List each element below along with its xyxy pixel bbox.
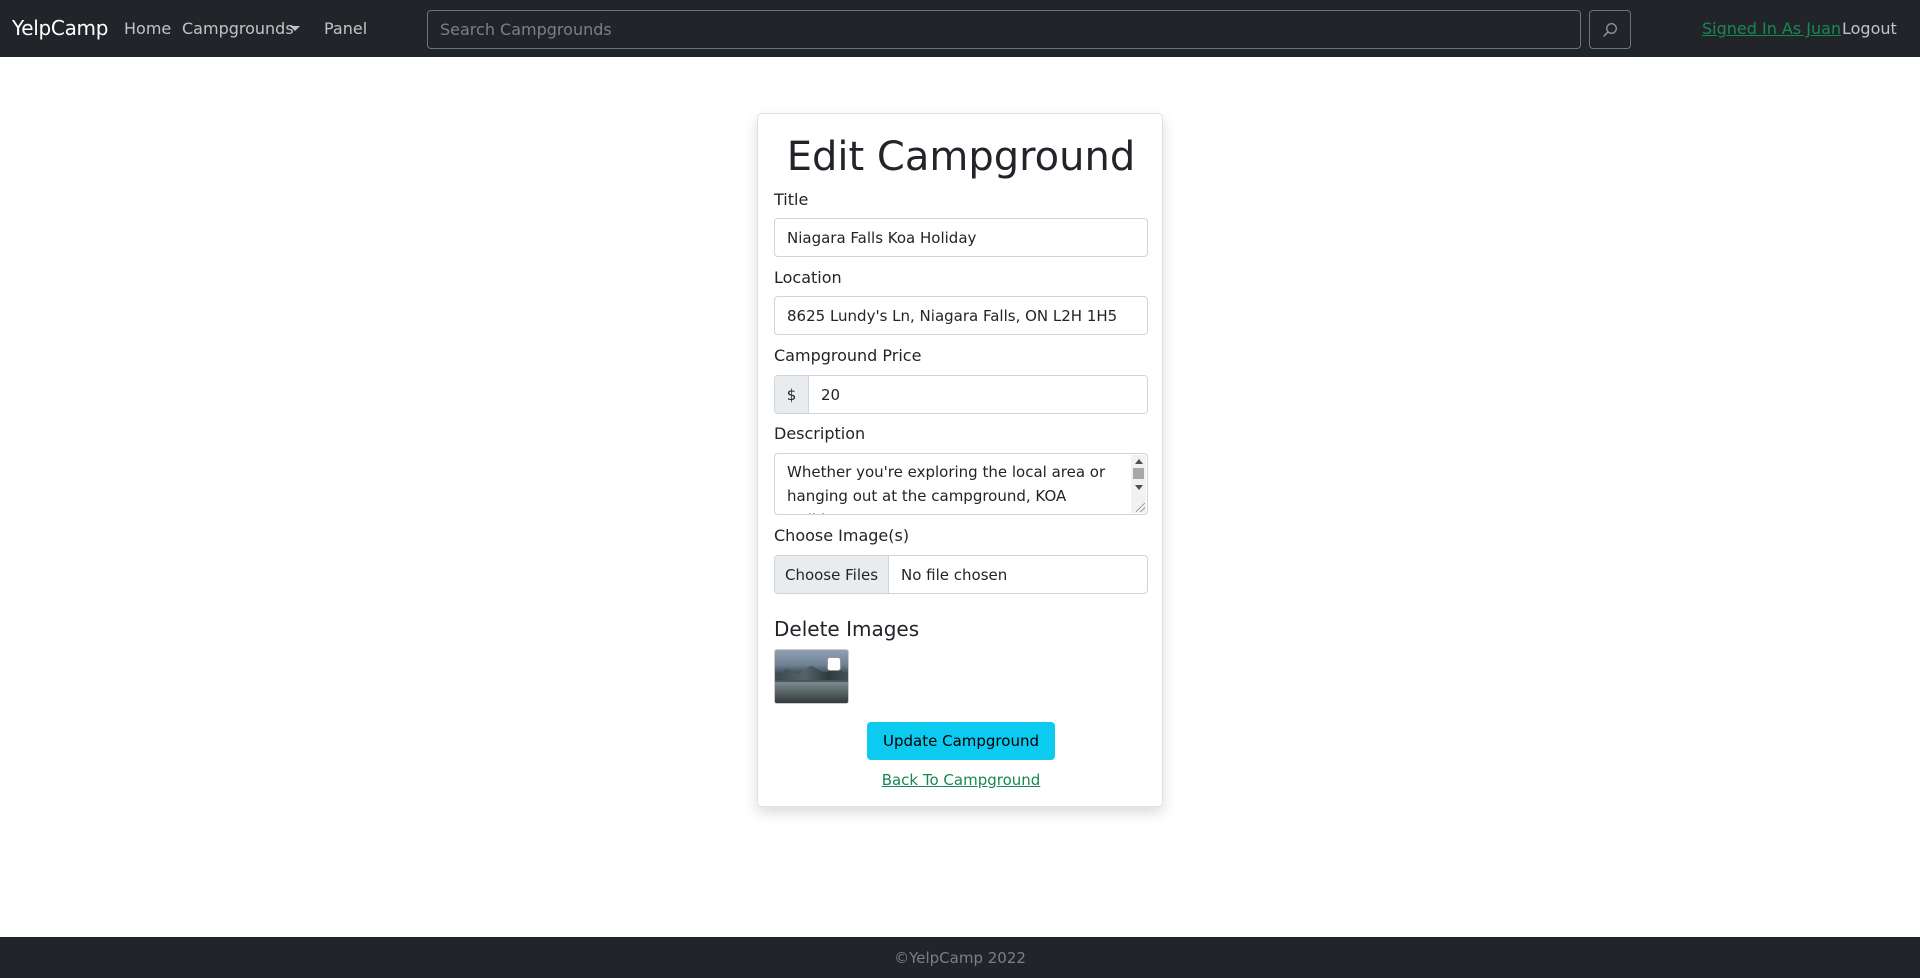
- search-icon: [1603, 22, 1617, 37]
- price-field[interactable]: [809, 376, 1147, 413]
- delete-images-heading: Delete Images: [774, 617, 920, 641]
- title-field[interactable]: [774, 218, 1148, 257]
- description-label: Description: [774, 424, 866, 443]
- logout-link[interactable]: Logout: [1842, 19, 1897, 38]
- choose-files-button[interactable]: Choose Files: [775, 556, 889, 593]
- nav-campgrounds-dropdown[interactable]: Campgrounds: [182, 19, 294, 38]
- file-status-text: No file chosen: [901, 565, 1008, 584]
- price-label: Campground Price: [774, 346, 922, 365]
- campground-image-thumbnail: [774, 649, 849, 704]
- chevron-down-icon[interactable]: [290, 26, 300, 31]
- scroll-down-icon[interactable]: [1135, 485, 1143, 490]
- navbar: YelpCamp Home Campgrounds Panel Signed I…: [0, 0, 1920, 57]
- title-label: Title: [774, 190, 809, 209]
- description-textarea[interactable]: Whether you're exploring the local area …: [774, 453, 1148, 515]
- page-title: Edit Campground: [786, 134, 1136, 180]
- brand-logo[interactable]: YelpCamp: [12, 16, 108, 40]
- signed-in-user-link[interactable]: Signed In As Juan: [1702, 19, 1841, 38]
- update-campground-button[interactable]: Update Campground: [867, 722, 1055, 760]
- nav-panel-link[interactable]: Panel: [324, 19, 367, 38]
- file-input[interactable]: Choose Files No file chosen: [774, 555, 1148, 594]
- price-input-group: $: [774, 375, 1148, 414]
- search-button[interactable]: [1589, 10, 1631, 49]
- thumbnail-water: [775, 682, 848, 703]
- location-label: Location: [774, 268, 842, 287]
- location-field[interactable]: [774, 296, 1148, 335]
- images-label: Choose Image(s): [774, 526, 910, 545]
- delete-image-checkbox[interactable]: [827, 657, 841, 671]
- footer: ©YelpCamp 2022: [0, 937, 1920, 978]
- nav-home-link[interactable]: Home: [124, 19, 171, 38]
- resize-grip-icon[interactable]: [1136, 503, 1145, 512]
- footer-copyright: ©YelpCamp 2022: [894, 948, 1026, 967]
- scroll-thumb[interactable]: [1133, 468, 1144, 479]
- edit-campground-card: Edit Campground Title Location Campgroun…: [757, 113, 1163, 807]
- currency-prefix: $: [775, 376, 809, 413]
- search-input[interactable]: [427, 10, 1581, 49]
- scroll-up-icon[interactable]: [1135, 459, 1143, 464]
- description-text: Whether you're exploring the local area …: [787, 463, 1106, 514]
- back-to-campground-link[interactable]: Back To Campground: [758, 771, 1164, 789]
